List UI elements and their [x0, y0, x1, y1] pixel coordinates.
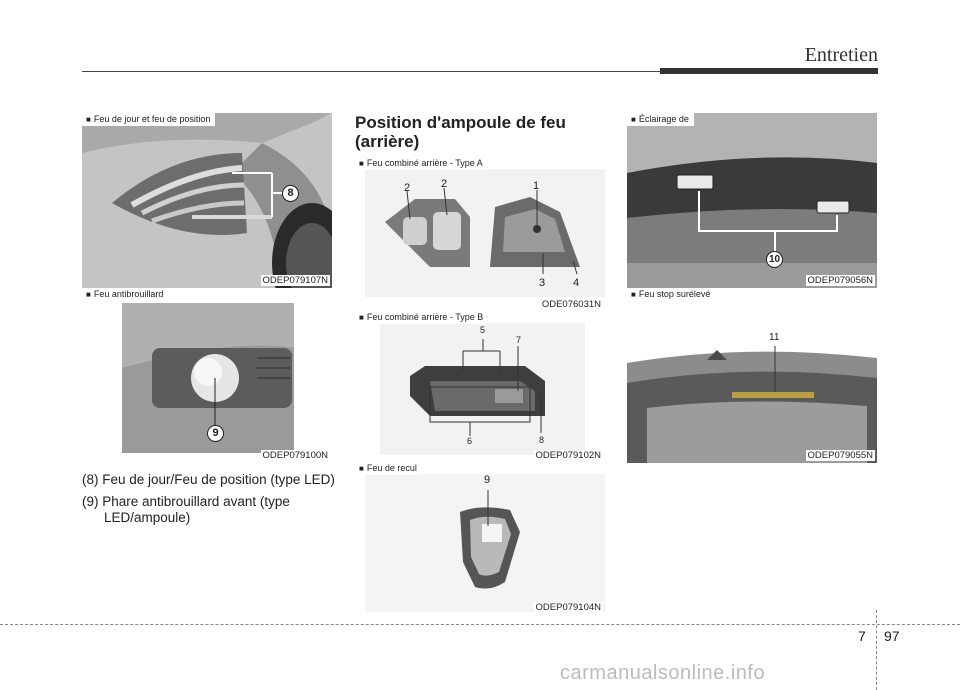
fog-caption: ■ Feu antibrouillard	[82, 288, 169, 301]
figure-rear-type-b: 5 7 6 8 ■ Feu combiné arrière - Type B OD…	[355, 311, 605, 463]
figure-stop-lamp: 11 ■ Feu stop surélevé ODEP079055N	[627, 288, 877, 463]
legend-item: (8) Feu de jour/Feu de position (type LE…	[82, 472, 335, 487]
rear-a-caption: ■ Feu combiné arrière - Type A	[355, 157, 488, 170]
watermark: carmanualsonline.info	[560, 662, 766, 684]
rear-a-illustration	[365, 169, 605, 297]
reverse-caption-text: Feu de recul	[366, 463, 417, 473]
callout-9: 9	[207, 425, 224, 442]
figure-reverse: 9 ■ Feu de recul ODEP079104N	[355, 462, 605, 615]
rear-b-caption-text: Feu combiné arrière - Type B	[366, 312, 484, 322]
plate-caption: ■ Éclairage de	[627, 113, 694, 126]
header-rule	[82, 71, 662, 72]
rear-a-figure-code: ODE076031N	[539, 299, 603, 310]
callout-8: 8	[282, 185, 299, 202]
rear-b-caption: ■ Feu combiné arrière - Type B	[355, 311, 489, 324]
figure-rear-type-a: 2 2 1 3 4 ■ Feu combiné arrière - Type A …	[355, 157, 605, 312]
fog-caption-text: Feu antibrouillard	[93, 289, 164, 299]
legend-item: (9) Phare antibrouillard avant (type LED…	[82, 494, 290, 525]
figure-fog: 9 ■ Feu antibrouillard ODEP079100N	[82, 288, 332, 463]
stop-caption-text: Feu stop surélevé	[638, 289, 711, 299]
plate-figure-code: ODEP079056N	[805, 275, 875, 286]
stop-caption: ■ Feu stop surélevé	[627, 288, 716, 301]
drl-caption-text: Feu de jour et feu de position	[93, 114, 211, 124]
reverse-label-9: 9	[484, 474, 491, 486]
plate-illustration	[627, 113, 877, 288]
footer-rule	[0, 624, 960, 625]
rear-a-label-2: 2	[404, 182, 411, 194]
drl-caption: ■ Feu de jour et feu de position	[82, 113, 216, 126]
rear-b-label-7: 7	[516, 335, 522, 345]
rear-b-label-6: 6	[467, 436, 473, 446]
rear-a-caption-text: Feu combiné arrière - Type A	[366, 158, 483, 168]
page-number: 97	[884, 628, 900, 644]
header-rule-accent	[660, 68, 878, 74]
fog-figure-code: ODEP079100N	[260, 450, 330, 461]
plate-caption-text: Éclairage de	[638, 114, 689, 124]
stop-label-11: 11	[769, 332, 780, 343]
rear-a-label-2b: 2	[441, 178, 448, 190]
section-title: Position d'ampoule de feu (arrière)	[355, 113, 566, 151]
reverse-caption: ■ Feu de recul	[355, 462, 422, 475]
rear-b-label-5: 5	[480, 325, 486, 335]
figure-plate-light: 10 ■ Éclairage de ODEP079056N	[627, 113, 877, 288]
rear-b-label-8: 8	[539, 435, 545, 445]
rear-a-label-4: 4	[573, 277, 580, 289]
rear-a-label-1: 1	[533, 180, 540, 192]
callout-10: 10	[766, 251, 783, 268]
legend: (8) Feu de jour/Feu de position (type LE…	[82, 472, 347, 532]
figure-drl: 8 ■ Feu de jour et feu de position ODEP07…	[82, 113, 332, 288]
reverse-figure-code: ODEP079104N	[533, 602, 603, 613]
rear-b-figure-code: ODEP079102N	[533, 450, 603, 461]
page-header-title: Entretien	[804, 44, 878, 66]
footer-divider	[876, 610, 877, 690]
drl-figure-code: ODEP079107N	[260, 275, 330, 286]
stop-illustration	[627, 346, 877, 463]
reverse-illustration	[365, 474, 605, 612]
chapter-number: 7	[858, 628, 866, 644]
rear-a-label-3: 3	[539, 277, 546, 289]
stop-figure-code: ODEP079055N	[805, 450, 875, 461]
